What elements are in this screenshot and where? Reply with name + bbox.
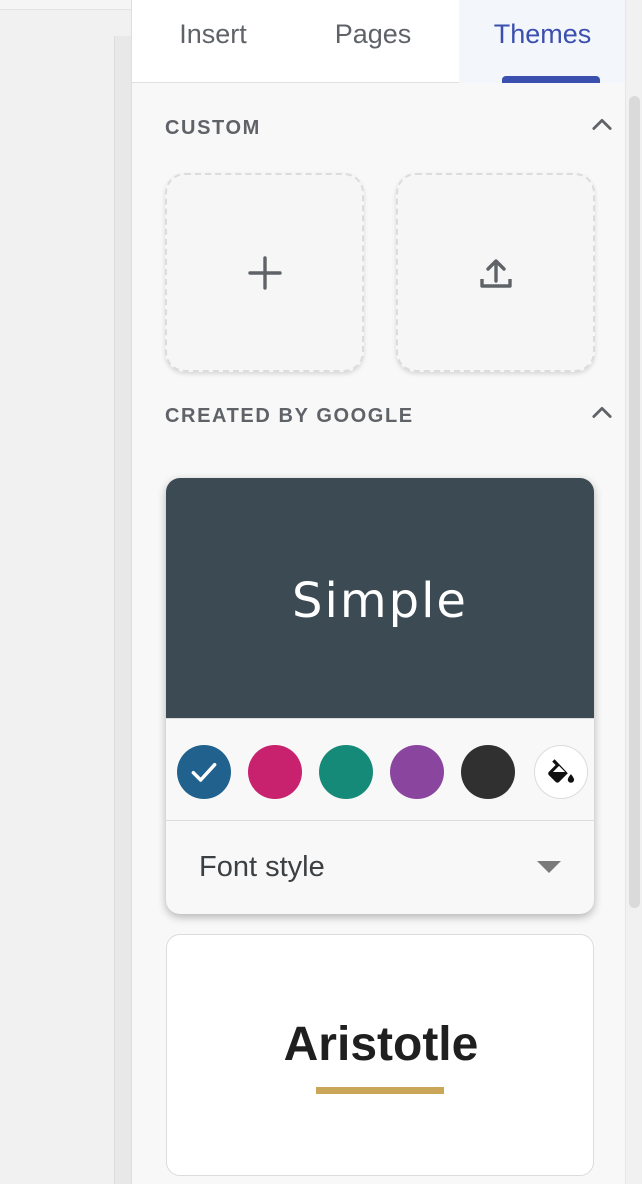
- theme-card-simple: Simple Font style: [166, 478, 594, 914]
- active-tab-indicator: [502, 76, 600, 83]
- themes-side-panel: Insert Pages Themes CUSTOM CREATED BY GO…: [131, 0, 626, 1184]
- collapse-google-button[interactable]: [584, 395, 620, 431]
- chevron-up-icon: [592, 118, 612, 130]
- color-swatch-pink[interactable]: [248, 745, 302, 799]
- color-swatch-blue[interactable]: [177, 745, 231, 799]
- tab-pages[interactable]: Pages: [295, 0, 451, 83]
- paint-bucket-icon: [548, 759, 575, 783]
- color-swatch-row: [166, 719, 594, 820]
- document-canvas-area: [0, 0, 131, 1184]
- chevron-up-icon: [592, 406, 612, 418]
- color-swatch-black[interactable]: [461, 745, 515, 799]
- google-section-title: CREATED BY GOOGLE: [165, 405, 414, 427]
- upload-icon: [479, 258, 512, 288]
- theme-card-aristotle[interactable]: Aristotle: [166, 934, 594, 1176]
- font-style-label: Font style: [199, 851, 325, 883]
- panel-tab-bar: Insert Pages Themes: [132, 0, 626, 83]
- create-custom-theme-tile[interactable]: [165, 173, 364, 372]
- dropdown-arrow-icon: [537, 861, 561, 873]
- theme-accent-bar: [316, 1087, 444, 1094]
- theme-preview-simple[interactable]: Simple: [166, 478, 594, 718]
- custom-section-title: CUSTOM: [165, 117, 261, 139]
- color-swatch-purple[interactable]: [390, 745, 444, 799]
- custom-color-button[interactable]: [534, 745, 588, 799]
- font-style-dropdown[interactable]: Font style: [166, 821, 594, 914]
- plus-icon: [247, 255, 282, 290]
- collapse-custom-button[interactable]: [584, 107, 620, 143]
- theme-name: Simple: [292, 573, 468, 629]
- check-icon: [191, 762, 217, 782]
- scrollbar-thumb[interactable]: [629, 96, 640, 908]
- color-swatch-teal[interactable]: [319, 745, 373, 799]
- tab-insert[interactable]: Insert: [146, 0, 280, 83]
- tab-themes[interactable]: Themes: [459, 0, 626, 83]
- upload-theme-tile[interactable]: [396, 173, 595, 372]
- panel-scrollbar[interactable]: [625, 0, 642, 1184]
- theme-name: Aristotle: [283, 1018, 479, 1071]
- canvas-page-edge: [114, 36, 131, 1184]
- canvas-top-bar: [0, 0, 131, 10]
